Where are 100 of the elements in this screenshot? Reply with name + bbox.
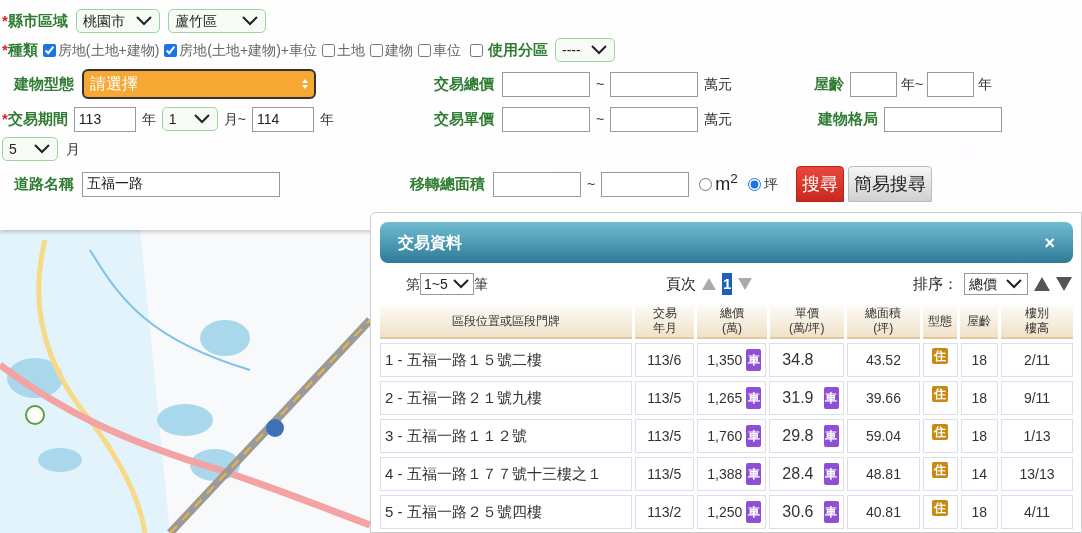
table-cell: 113/5: [634, 419, 695, 453]
table-cell-text: 1,760: [707, 426, 743, 446]
unit-label: 年: [978, 74, 993, 94]
field-label: 建物格局: [818, 108, 878, 129]
separator: ~: [587, 174, 596, 194]
parking-badge: 車: [746, 349, 762, 371]
city-select[interactable]: 桃園市: [75, 9, 160, 33]
checkbox-label: 車位: [433, 40, 462, 60]
table-cell: 13/13: [1001, 457, 1073, 491]
input-field[interactable]: 114: [252, 106, 315, 132]
unit-label: 萬元: [704, 109, 733, 129]
search-button[interactable]: 搜尋: [795, 166, 844, 202]
field-label: 移轉總面積: [410, 173, 485, 194]
table-cell: 18: [960, 419, 998, 453]
field-label: 建物型態: [14, 73, 74, 94]
table-cell: 40.81: [846, 495, 920, 529]
type-badge: 住: [932, 500, 949, 516]
column-header: 區段位置或區段門牌: [380, 305, 632, 339]
input-field[interactable]: 113: [73, 106, 136, 132]
parking-badge: 車: [746, 501, 762, 523]
unit-label: 年~: [901, 74, 924, 94]
table-cell: 4/11: [1001, 495, 1073, 529]
type-badge: 住: [932, 424, 949, 440]
radio-label: 坪: [763, 174, 778, 194]
range-label: 第: [406, 274, 420, 294]
checkbox-label: 房地(土地+建物)+車位: [179, 40, 318, 60]
field-label: *縣市區域: [2, 10, 68, 31]
field-label: *種類: [2, 39, 38, 60]
radio-label: m$^{2}$: [715, 170, 738, 196]
parking-badge: 車: [823, 387, 839, 409]
table-cell: 18: [960, 495, 998, 529]
field-label: 道路名稱: [14, 173, 74, 194]
parking-badge: 車: [746, 425, 762, 447]
month-select[interactable]: 5: [2, 137, 58, 161]
table-cell-text: 34.8: [782, 350, 814, 370]
table-cell: 18: [960, 381, 998, 415]
parking-badge: 車: [823, 463, 839, 485]
field-label: 使用分區: [488, 39, 549, 60]
field-label: 交易總價: [434, 73, 494, 94]
zoning-select[interactable]: ----: [555, 38, 616, 62]
table-cell: 3 - 五福一路１１２號: [380, 419, 632, 453]
table-cell-text: 29.8: [782, 426, 814, 446]
table-cell-text: 1,250: [707, 502, 743, 522]
parking-badge: 車: [823, 425, 839, 447]
panel-title: 交易資料: [398, 232, 462, 253]
table-cell: 113/2: [634, 495, 695, 529]
parking-badge: 車: [823, 501, 839, 523]
page-number: 1: [722, 272, 733, 296]
column-header: 總面積 (坪): [846, 305, 920, 339]
range-select[interactable]: 1~5: [420, 273, 474, 295]
checkbox-label: 土地: [337, 40, 366, 60]
column-header: 型態: [922, 305, 958, 339]
table-cell-text: 1,388: [707, 464, 743, 484]
table-cell: 113/5: [634, 381, 695, 415]
field-label: *交易期間: [2, 108, 68, 129]
column-header: 樓別 樓高: [1000, 305, 1073, 339]
district-select[interactable]: 蘆竹區: [167, 9, 266, 33]
table-cell: 2 - 五福一路２１號九樓: [380, 381, 632, 415]
unit-label: 萬元: [704, 74, 733, 94]
input-field[interactable]: 五福一路: [82, 171, 280, 197]
table-cell: 9/11: [1001, 381, 1073, 415]
table-cell: 2/11: [1001, 343, 1073, 377]
table-cell: 59.04: [846, 419, 920, 453]
table-cell-text: 1,265: [707, 388, 743, 408]
table-cell: 5 - 五福一路２５號四樓: [380, 495, 632, 529]
column-header: 交易 年月: [634, 305, 695, 339]
column-header: 單價 (萬/坪): [769, 305, 844, 339]
table-cell-text: 30.6: [782, 502, 814, 522]
field-label: 屋齡: [814, 73, 844, 94]
table-cell: 1/13: [1001, 419, 1073, 453]
table-cell: 18: [960, 343, 998, 377]
type-badge: 住: [932, 386, 949, 402]
table-cell: 48.81: [846, 457, 920, 491]
unit-label: 年: [141, 109, 156, 129]
separator: ~: [596, 109, 605, 129]
sort-label: 排序：: [913, 273, 958, 294]
search-button[interactable]: 簡易搜尋: [847, 166, 932, 202]
table-cell: 43.52: [846, 343, 920, 377]
parking-badge: 車: [746, 463, 762, 485]
column-header: 屋齡: [960, 305, 998, 339]
table-cell: 14: [960, 457, 998, 491]
page-label: 頁次: [666, 273, 696, 294]
field-label: 交易單價: [434, 108, 494, 129]
column-header: 總價 (萬): [697, 305, 767, 339]
checkbox-label: 建物: [385, 40, 414, 60]
unit-label: 月: [66, 139, 80, 159]
sort-select[interactable]: 總價: [964, 273, 1028, 295]
type-badge: 住: [932, 462, 949, 478]
unit-label: 年: [320, 109, 335, 129]
table-cell-text: 1,350: [707, 350, 743, 370]
table-cell: 113/5: [634, 457, 695, 491]
table-cell: 39.66: [846, 381, 920, 415]
table-cell: 1 - 五福一路１５號二樓: [380, 343, 632, 377]
checkbox-label: 房地(土地+建物): [57, 40, 160, 60]
separator: ~: [596, 74, 605, 94]
type-badge: 住: [932, 348, 949, 364]
table-cell: 113/6: [634, 343, 695, 377]
unit-label: 月~: [223, 109, 247, 129]
month-select[interactable]: 1: [161, 107, 218, 131]
table-cell: 4 - 五福一路１７７號十三樓之１: [380, 457, 632, 491]
